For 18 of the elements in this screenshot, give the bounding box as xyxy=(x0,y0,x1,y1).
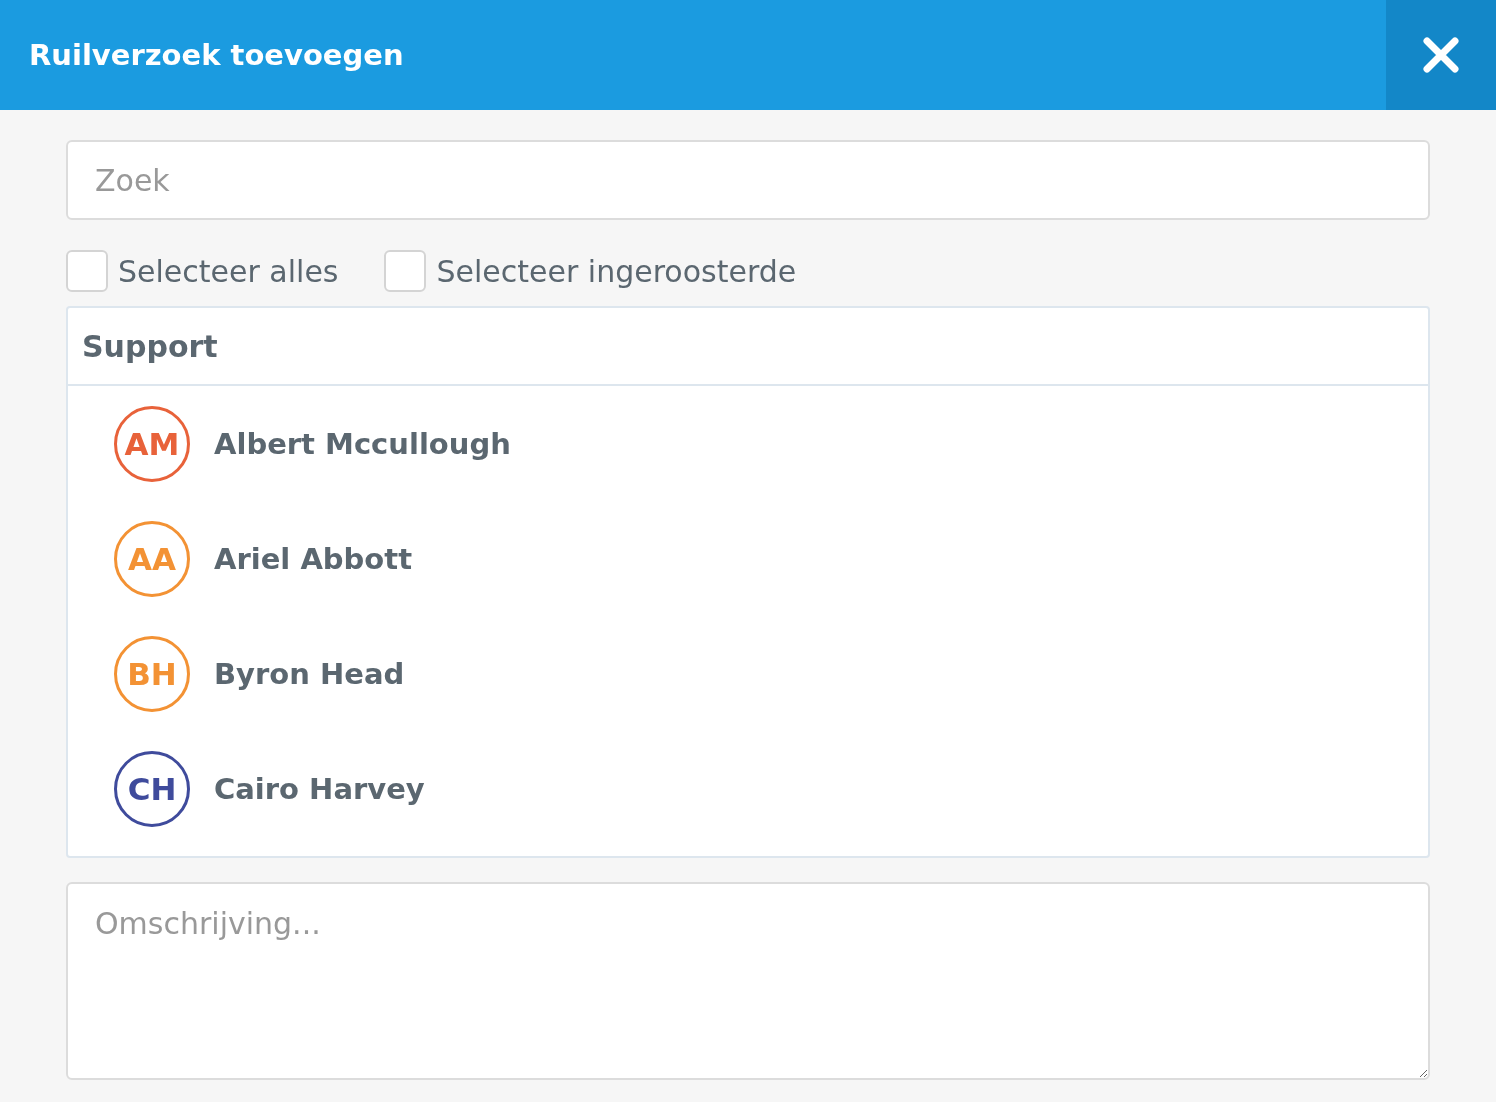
search-field[interactable]: Zoek xyxy=(66,140,1430,220)
checkbox-label[interactable]: Selecteer alles xyxy=(118,253,339,289)
member-name[interactable]: Byron Head xyxy=(214,656,405,691)
avatar-initials: CH xyxy=(114,750,190,827)
avatar-initials: BH xyxy=(114,635,190,712)
avatar-initials: AA xyxy=(114,520,190,597)
member-name[interactable]: Ariel Abbott xyxy=(214,541,412,576)
description-field[interactable]: Omschrijving... xyxy=(66,882,1430,1080)
member-name[interactable]: Albert Mccullough xyxy=(214,426,511,461)
close-button[interactable] xyxy=(1386,0,1496,110)
checkbox[interactable] xyxy=(384,250,427,292)
checkbox-label[interactable]: Selecteer ingeroosterde xyxy=(436,253,797,289)
avatar-initials: AM xyxy=(114,405,190,482)
dialog-title: Ruilverzoek toevoegen xyxy=(28,38,405,72)
member-name[interactable]: Cairo Harvey xyxy=(214,771,425,806)
group-title: Support xyxy=(68,308,1428,386)
checkbox[interactable] xyxy=(66,250,108,292)
close-icon xyxy=(1422,36,1460,74)
